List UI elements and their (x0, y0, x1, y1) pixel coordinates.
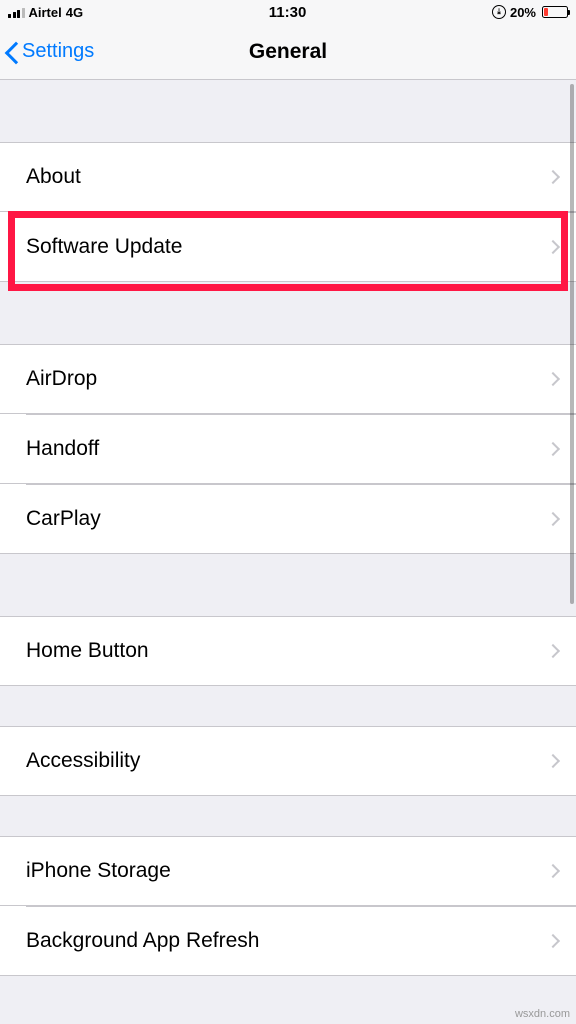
cell-label: Handoff (26, 437, 99, 461)
cell-label: CarPlay (26, 507, 101, 531)
chevron-right-icon (546, 864, 560, 878)
cell-accessibility[interactable]: Accessibility (0, 726, 576, 796)
cell-iphone-storage[interactable]: iPhone Storage (0, 836, 576, 906)
group-2: AirDrop Handoff CarPlay (0, 344, 576, 554)
back-label: Settings (22, 40, 94, 63)
status-right: ⤓ 20% (492, 5, 568, 20)
group-5: iPhone Storage Background App Refresh (0, 836, 576, 976)
chevron-right-icon (546, 170, 560, 184)
watermark: wsxdn.com (515, 1008, 570, 1020)
cell-airdrop[interactable]: AirDrop (0, 344, 576, 414)
cell-label: About (26, 165, 81, 189)
cell-label: AirDrop (26, 367, 97, 391)
chevron-right-icon (546, 441, 560, 455)
carrier-label: Airtel (29, 5, 62, 20)
cell-label: iPhone Storage (26, 859, 171, 883)
settings-content: About Software Update AirDrop Handoff Ca… (0, 80, 576, 1024)
cell-label: Software Update (26, 235, 182, 259)
cell-carplay[interactable]: CarPlay (0, 484, 576, 554)
group-4: Accessibility (0, 726, 576, 796)
group-3: Home Button (0, 616, 576, 686)
scroll-indicator[interactable] (570, 84, 574, 604)
chevron-right-icon (546, 644, 560, 658)
status-bar: Airtel 4G 11:30 ⤓ 20% (0, 0, 576, 24)
chevron-right-icon (546, 372, 560, 386)
status-time: 11:30 (269, 4, 307, 21)
chevron-right-icon (546, 239, 560, 253)
battery-percent: 20% (510, 5, 536, 20)
cell-about[interactable]: About (0, 142, 576, 212)
back-button[interactable]: Settings (0, 40, 94, 64)
signal-bars-icon (8, 7, 25, 18)
cell-software-update[interactable]: Software Update (0, 212, 576, 282)
navigation-bar: Settings General (0, 24, 576, 80)
group-1: About Software Update (0, 142, 576, 282)
chevron-right-icon (546, 511, 560, 525)
rotation-lock-icon: ⤓ (492, 5, 506, 19)
cell-home-button[interactable]: Home Button (0, 616, 576, 686)
status-left: Airtel 4G (8, 5, 83, 20)
chevron-right-icon (546, 933, 560, 947)
cell-label: Accessibility (26, 749, 140, 773)
chevron-left-icon (6, 40, 20, 64)
cell-handoff[interactable]: Handoff (0, 414, 576, 484)
chevron-right-icon (546, 754, 560, 768)
battery-icon (542, 6, 568, 18)
cell-label: Background App Refresh (26, 929, 259, 953)
cell-background-app-refresh[interactable]: Background App Refresh (0, 906, 576, 976)
network-label: 4G (66, 5, 83, 20)
cell-label: Home Button (26, 639, 149, 663)
